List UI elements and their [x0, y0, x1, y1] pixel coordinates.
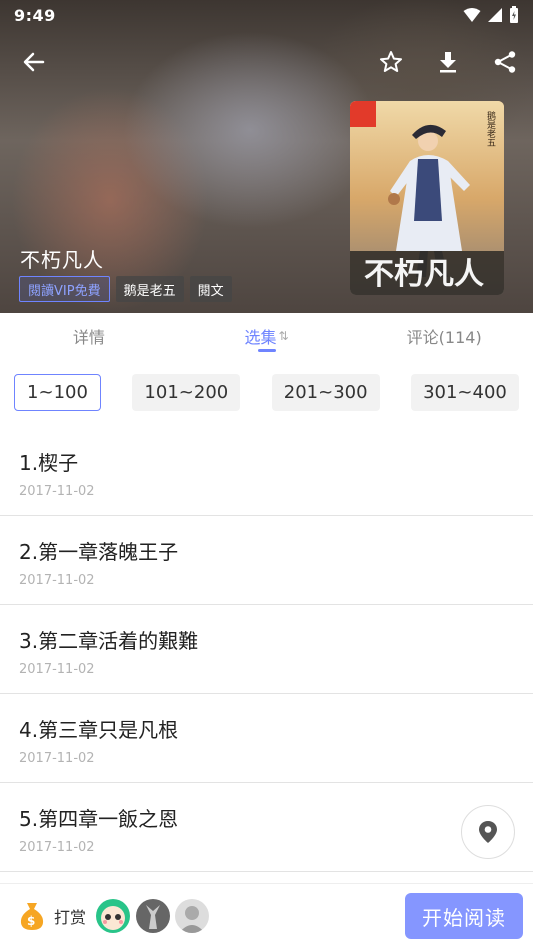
tip-label: 打赏: [54, 908, 87, 927]
list-item[interactable]: 2.第一章落魄王子 2017-11-02: [0, 516, 533, 605]
battery-icon: [510, 6, 518, 23]
chapter-range-selector: 1~100 101~200 201~300 301~400: [14, 374, 519, 412]
book-header: 9:49 不朽凡人 閱讀VIP免費 鹅是老五 閱文 不朽凡人 鹅是老五: [0, 0, 533, 313]
chapter-date: 2017-11-02: [19, 573, 95, 588]
chapter-title: 1.楔子: [19, 451, 79, 475]
chapter-date: 2017-11-02: [19, 840, 95, 855]
list-item[interactable]: 4.第三章只是凡根 2017-11-02: [0, 694, 533, 783]
list-item[interactable]: 1.楔子 2017-11-02: [0, 427, 533, 516]
chapter-title: 3.第二章活着的艱難: [19, 629, 199, 653]
chapter-title: 5.第四章一飯之恩: [19, 807, 179, 831]
arrow-left-icon: [23, 52, 45, 72]
top-actions: [0, 42, 533, 82]
start-reading-button[interactable]: 开始阅读: [405, 893, 523, 939]
tab-details[interactable]: 详情: [0, 313, 178, 359]
download-icon: [440, 52, 456, 73]
download-button[interactable]: [428, 42, 468, 82]
range-button-3[interactable]: 201~300: [271, 374, 380, 411]
chapter-title: 2.第一章落魄王子: [19, 540, 179, 564]
status-bar: 9:49: [0, 0, 533, 30]
status-time: 9:49: [14, 5, 56, 25]
avatar[interactable]: [96, 899, 130, 933]
book-tags: 閱讀VIP免費 鹅是老五 閱文: [19, 276, 232, 302]
tip-button[interactable]: $ 打赏: [18, 901, 86, 931]
chapter-title: 4.第三章只是凡根: [19, 718, 179, 742]
back-button[interactable]: [14, 42, 54, 82]
active-tab-indicator: [257, 349, 276, 352]
publisher-tag[interactable]: 閱文: [189, 276, 232, 302]
range-button-1[interactable]: 1~100: [14, 374, 101, 411]
range-button-2[interactable]: 101~200: [132, 374, 241, 411]
money-bag-icon: $: [20, 903, 44, 930]
range-button-4[interactable]: 301~400: [410, 374, 519, 411]
tab-chapters[interactable]: 选集 ⇅: [178, 313, 356, 359]
list-item[interactable]: 3.第二章活着的艱難 2017-11-02: [0, 605, 533, 694]
avatar[interactable]: [175, 899, 209, 933]
tab-comments[interactable]: 评论(114): [355, 313, 533, 359]
list-item[interactable]: 5.第四章一飯之恩 2017-11-02: [0, 783, 533, 872]
cover-illustration: 不朽凡人 鹅是老五: [350, 101, 504, 295]
tab-bar: 详情 选集 ⇅ 评论(114): [0, 313, 533, 359]
location-pin-icon: [479, 821, 497, 843]
locate-current-chapter-button[interactable]: [461, 805, 515, 859]
chapter-date: 2017-11-02: [19, 751, 95, 766]
book-title: 不朽凡人: [20, 248, 104, 272]
tab-details-label: 详情: [72, 328, 105, 347]
share-icon: [494, 51, 516, 73]
vip-tag[interactable]: 閱讀VIP免費: [19, 276, 110, 302]
tab-chapters-label: 选集: [244, 328, 277, 347]
status-icons: [463, 6, 519, 24]
star-outline-icon: [380, 51, 402, 72]
chapter-date: 2017-11-02: [19, 484, 95, 499]
cover-title-art: 不朽凡人: [364, 257, 484, 292]
signal-icon: [488, 8, 502, 22]
bottom-bar: $ 打赏 开始阅读: [0, 883, 533, 948]
avatar[interactable]: [136, 899, 170, 933]
share-button[interactable]: [485, 42, 525, 82]
svg-text:$: $: [27, 914, 35, 928]
author-tag[interactable]: 鹅是老五: [115, 276, 184, 302]
book-cover: 不朽凡人 鹅是老五: [350, 101, 504, 295]
tab-comments-label: 评论(114): [406, 328, 482, 347]
sort-icon[interactable]: ⇅: [278, 329, 288, 343]
chapter-date: 2017-11-02: [19, 662, 95, 677]
chapter-list: 1.楔子 2017-11-02 2.第一章落魄王子 2017-11-02 3.第…: [0, 427, 533, 872]
favorite-button[interactable]: [371, 42, 411, 82]
cover-author-art: 鹅是老五: [485, 110, 496, 147]
wifi-icon: [463, 8, 481, 22]
